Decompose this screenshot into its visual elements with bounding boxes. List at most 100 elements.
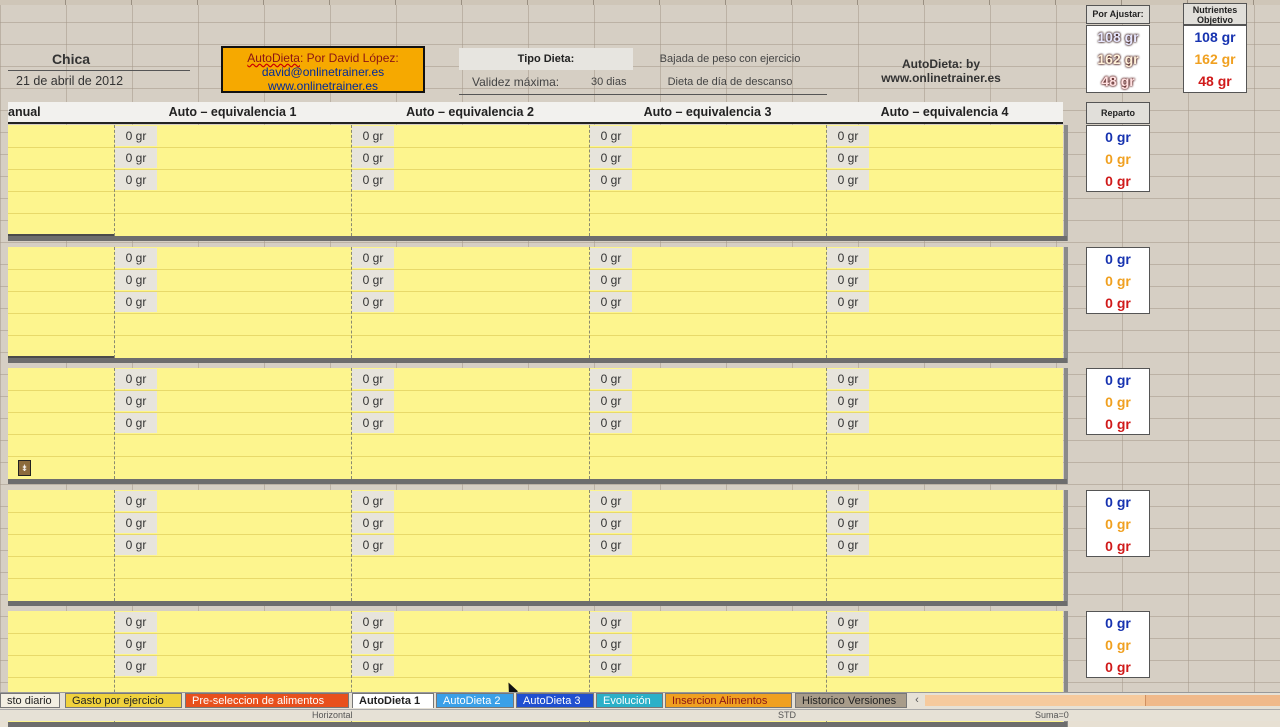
meal-block[interactable]: 0 gr 0 gr 0 gr 0 gr 0 gr 0 gr 0 gr 0 gr 0 gr 0 gr… — [8, 247, 1068, 363]
equivalence-cell[interactable]: 0 gr — [352, 170, 394, 190]
sheet-tab[interactable]: Gasto por ejercicio — [65, 693, 182, 708]
equivalence-cell[interactable]: 0 gr — [827, 148, 869, 168]
sheet-tab[interactable]: Insercion Alimentos — [665, 693, 792, 708]
equivalence-cell[interactable]: 0 gr — [352, 491, 394, 511]
equivalence-cell[interactable]: 0 gr — [352, 612, 394, 632]
nutrientes-carbs: 162 gr — [1194, 51, 1236, 67]
sheet-tab[interactable]: AutoDieta 1 — [352, 693, 434, 708]
equivalence-cell[interactable]: 0 gr — [827, 612, 869, 632]
spreadsheet-grid[interactable]: Chica 21 de abril de 2012 AutoDieta: Por… — [0, 0, 1280, 727]
dieta-dia-value[interactable]: Dieta de día de descanso — [640, 76, 820, 88]
sheet-tab[interactable]: Historico Versiones — [795, 693, 907, 708]
equivalence-cell[interactable]: 0 gr — [590, 634, 632, 654]
status-std: STD — [778, 710, 796, 720]
equivalence-cell[interactable]: 0 gr — [827, 634, 869, 654]
equivalence-cell[interactable]: 0 gr — [827, 491, 869, 511]
equivalence-cell[interactable]: 0 gr — [352, 634, 394, 654]
equivalence-cell[interactable]: 0 gr — [590, 612, 632, 632]
brand-label: AutoDieta: by www.onlinetrainer.es — [858, 57, 1024, 85]
equivalence-cell[interactable]: 0 gr — [115, 170, 157, 190]
equivalence-cell[interactable]: 0 gr — [590, 292, 632, 312]
sheet-tab[interactable]: Pre-seleccion de alimentos — [185, 693, 349, 708]
sheet-tab[interactable]: AutoDieta 3 — [516, 693, 594, 708]
row-divider — [8, 291, 1063, 292]
equivalence-cell[interactable]: 0 gr — [827, 513, 869, 533]
meal-block[interactable]: 0 gr 0 gr 0 gr 0 gr 0 gr 0 gr 0 gr 0 gr 0 gr 0 gr… — [8, 490, 1068, 606]
equivalence-cell[interactable]: 0 gr — [590, 491, 632, 511]
equivalence-cell[interactable]: 0 gr — [827, 170, 869, 190]
reparto-box: 0 gr 0 gr 0 gr — [1086, 611, 1150, 678]
equivalence-cell[interactable]: 0 gr — [115, 413, 157, 433]
scrollbar-thumb[interactable] — [925, 695, 1146, 706]
equivalence-cell[interactable]: 0 gr — [827, 535, 869, 555]
equivalence-cell[interactable]: 0 gr — [827, 391, 869, 411]
sheet-tab[interactable]: sto diario — [0, 693, 60, 708]
meal-block[interactable]: 0 gr 0 gr 0 gr 0 gr 0 gr 0 gr 0 gr 0 gr 0 gr 0 gr… — [8, 125, 1068, 241]
por-ajustar-fat: 48 gr — [1101, 73, 1135, 89]
equivalence-cell[interactable]: 0 gr — [590, 248, 632, 268]
equivalence-cell[interactable]: 0 gr — [352, 535, 394, 555]
equivalence-cell[interactable]: 0 gr — [827, 413, 869, 433]
equivalence-cell[interactable]: 0 gr — [115, 292, 157, 312]
brand-line-1: AutoDieta: by — [902, 57, 980, 71]
equivalence-cell[interactable]: 0 gr — [115, 270, 157, 290]
equivalence-cell[interactable]: 0 gr — [115, 513, 157, 533]
equivalence-cell[interactable]: 0 gr — [590, 270, 632, 290]
equivalence-cell[interactable]: 0 gr — [590, 148, 632, 168]
equivalence-cell[interactable]: 0 gr — [827, 270, 869, 290]
equivalence-cell[interactable]: 0 gr — [590, 126, 632, 146]
status-sum: Suma=0 — [1035, 710, 1069, 720]
equivalence-cell[interactable]: 0 gr — [115, 656, 157, 676]
equivalence-cell[interactable]: 0 gr — [352, 656, 394, 676]
equivalence-cell[interactable]: 0 gr — [115, 369, 157, 389]
tab-scroll-left-icon[interactable]: ‹ — [910, 693, 924, 708]
equivalence-cell[interactable]: 0 gr — [827, 369, 869, 389]
equivalence-cell[interactable]: 0 gr — [590, 513, 632, 533]
equivalence-cell[interactable]: 0 gr — [590, 170, 632, 190]
equivalence-cell[interactable]: 0 gr — [590, 656, 632, 676]
web-link[interactable]: www.onlinetrainer.es — [223, 79, 423, 93]
reparto-fat: 0 gr — [1105, 295, 1131, 311]
equivalence-cell[interactable]: 0 gr — [352, 248, 394, 268]
equivalence-cell[interactable]: 0 gr — [115, 634, 157, 654]
equivalence-cell[interactable]: 0 gr — [352, 391, 394, 411]
equivalence-cell[interactable]: 0 gr — [590, 413, 632, 433]
autodieta-credit-box: AutoDieta: Por David López: david@online… — [221, 46, 425, 93]
row-divider — [8, 534, 1063, 535]
tipo-dieta-value[interactable]: Bajada de peso con ejercicio — [640, 53, 820, 65]
equivalence-cell[interactable]: 0 gr — [115, 248, 157, 268]
equivalence-cell[interactable]: 0 gr — [827, 292, 869, 312]
equivalence-cell[interactable]: 0 gr — [352, 292, 394, 312]
equivalence-cell[interactable]: 0 gr — [115, 535, 157, 555]
equivalence-cell[interactable]: 0 gr — [352, 126, 394, 146]
expand-button-icon[interactable]: ⇟ — [18, 460, 31, 476]
validez-value[interactable]: 30 dias — [591, 76, 626, 88]
equivalence-cell[interactable]: 0 gr — [352, 413, 394, 433]
horizontal-scrollbar[interactable] — [925, 695, 1280, 706]
sheet-tab[interactable]: Evolución — [596, 693, 663, 708]
equivalence-cell[interactable]: 0 gr — [115, 126, 157, 146]
row-divider — [8, 578, 1063, 579]
equivalence-cell[interactable]: 0 gr — [590, 391, 632, 411]
col-header-anual: anual — [8, 105, 41, 119]
equivalence-cell[interactable]: 0 gr — [827, 248, 869, 268]
meal-block[interactable]: 0 gr 0 gr 0 gr 0 gr 0 gr 0 gr 0 gr 0 gr 0 gr 0 gr… — [8, 368, 1068, 484]
equivalence-cell[interactable]: 0 gr — [590, 535, 632, 555]
reparto-fat: 0 gr — [1105, 173, 1131, 189]
equivalence-cell[interactable]: 0 gr — [352, 369, 394, 389]
equivalence-cell[interactable]: 0 gr — [115, 491, 157, 511]
equivalence-cell[interactable]: 0 gr — [115, 391, 157, 411]
equivalence-cell[interactable]: 0 gr — [115, 148, 157, 168]
reparto-carbs: 0 gr — [1105, 637, 1131, 653]
equivalence-cell[interactable]: 0 gr — [827, 126, 869, 146]
row-divider — [8, 434, 1063, 435]
equivalence-cell[interactable]: 0 gr — [827, 656, 869, 676]
equivalence-cell[interactable]: 0 gr — [352, 270, 394, 290]
equivalence-cell[interactable]: 0 gr — [352, 513, 394, 533]
equivalence-cell[interactable]: 0 gr — [590, 369, 632, 389]
equivalence-cell[interactable]: 0 gr — [352, 148, 394, 168]
equivalence-cell[interactable]: 0 gr — [115, 612, 157, 632]
block-underline — [8, 722, 114, 724]
email-link[interactable]: david@onlinetrainer.es — [223, 65, 423, 79]
sheet-tab[interactable]: AutoDieta 2 — [436, 693, 514, 708]
